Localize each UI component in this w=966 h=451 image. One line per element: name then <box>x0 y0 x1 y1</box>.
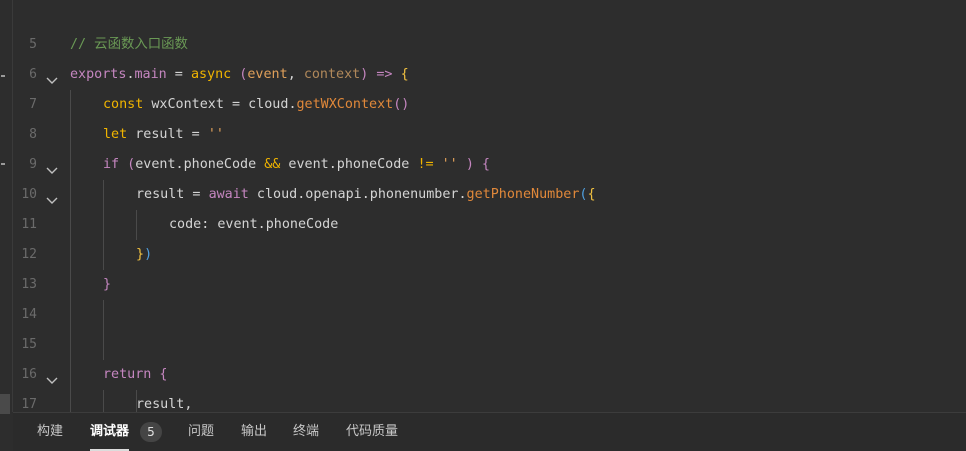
token: && <box>264 157 281 172</box>
token: '' <box>433 157 466 172</box>
token: async <box>190 67 232 82</box>
token: } <box>103 277 112 292</box>
code-line[interactable]: 5 <box>13 0 966 52</box>
token: { <box>473 157 490 172</box>
fold-chevron-icon[interactable] <box>46 69 58 84</box>
token: } <box>136 247 145 262</box>
token: . <box>288 97 297 112</box>
token: let <box>103 127 128 142</box>
token: ) <box>465 157 474 172</box>
code-line[interactable]: 11 result = await cloud.openapi.phonenum… <box>13 180 966 232</box>
token: const <box>103 97 144 112</box>
code-line[interactable]: 8 const wxContext = cloud.getWXContext() <box>13 90 966 142</box>
token: context <box>303 67 361 82</box>
code-text: exports.main = async (event, context) =>… <box>70 60 409 90</box>
token: event <box>247 67 288 82</box>
code-line[interactable]: 16 <box>13 330 966 382</box>
token: ) <box>144 247 153 262</box>
code-line[interactable]: 6 // 云函数入口函数 <box>13 30 966 82</box>
code-text: } <box>103 270 111 300</box>
tab-terminal[interactable]: 终端 <box>293 413 319 451</box>
code-line[interactable]: 10 if (event.phoneCode && event.phoneCod… <box>13 150 966 202</box>
token: getPhoneNumber <box>466 187 580 202</box>
tab-problems[interactable]: 问题 <box>188 413 214 451</box>
code-text: code: event.phoneCode <box>169 210 338 240</box>
token: ( <box>119 157 136 172</box>
token: , <box>287 67 304 82</box>
code-text: }) <box>136 240 152 270</box>
tab-build[interactable]: 构建 <box>37 413 63 451</box>
tab-debugger[interactable]: 调试器 <box>90 413 130 451</box>
token: return <box>103 367 152 382</box>
token: exports <box>70 67 127 82</box>
code-line[interactable]: 14 } <box>13 270 966 322</box>
token: '' <box>207 127 224 142</box>
token: ( <box>231 67 248 82</box>
code-line[interactable]: 9 let result = '' <box>13 120 966 172</box>
token: cloud <box>248 97 289 112</box>
gutter-marker <box>1 75 5 77</box>
comment-token: // 云函数入口函数 <box>70 37 188 52</box>
panel-tab-bar: 构建 调试器 5 问题 输出 终端 代码质量 <box>13 412 966 451</box>
tab-debugger-label: 调试器 <box>90 424 130 439</box>
code-line[interactable]: 12 code: event.phoneCode <box>13 210 966 262</box>
code-line[interactable]: 18 result, <box>13 390 966 412</box>
token: ) => <box>360 67 401 82</box>
token: { <box>400 67 409 82</box>
token: != <box>417 157 434 172</box>
fold-chevron-icon[interactable] <box>46 159 58 174</box>
token: result = <box>127 127 208 142</box>
code-text: let result = '' <box>103 120 224 150</box>
token: result, <box>136 397 193 412</box>
token: event.phoneCode <box>280 157 418 172</box>
token: : event.phoneCode <box>201 217 339 232</box>
token: if <box>103 157 120 172</box>
token: result = <box>136 187 209 202</box>
fold-chevron-icon[interactable] <box>46 369 58 384</box>
token: code <box>169 217 202 232</box>
code-text: const wxContext = cloud.getWXContext() <box>103 90 409 120</box>
debugger-count-badge: 5 <box>140 422 162 442</box>
code-text: // 云函数入口函数 <box>70 30 188 60</box>
token: main <box>134 67 167 82</box>
code-line[interactable]: 17 return { <box>13 360 966 412</box>
token: await <box>208 187 249 202</box>
code-text: result = await cloud.openapi.phonenumber… <box>136 180 596 210</box>
token: event.phoneCode <box>135 157 265 172</box>
code-text: if (event.phoneCode && event.phoneCode !… <box>103 150 490 180</box>
tab-code-quality[interactable]: 代码质量 <box>346 413 398 451</box>
code-line[interactable]: 15 <box>13 300 966 352</box>
token: . <box>126 67 135 82</box>
code-text: result, <box>136 390 192 412</box>
code-editor[interactable]: 5 6 // 云函数入口函数 7 exports.main = async (e… <box>13 0 966 412</box>
token: { <box>151 367 168 382</box>
code-line[interactable]: 13 }) <box>13 240 966 292</box>
fold-chevron-icon[interactable] <box>46 189 58 204</box>
scroll-indicator[interactable] <box>0 394 10 414</box>
tab-output[interactable]: 输出 <box>241 413 267 451</box>
code-text: return { <box>103 360 168 390</box>
token: wxContext = <box>143 97 249 112</box>
code-line[interactable]: 7 exports.main = async (event, context) … <box>13 60 966 112</box>
token: = <box>166 67 191 82</box>
token: getWXContext <box>296 97 394 112</box>
token: { <box>587 187 596 202</box>
gutter-marker <box>1 163 5 165</box>
activity-strip <box>0 0 13 414</box>
token: () <box>393 97 410 112</box>
token: cloud.openapi.phonenumber. <box>248 187 467 202</box>
